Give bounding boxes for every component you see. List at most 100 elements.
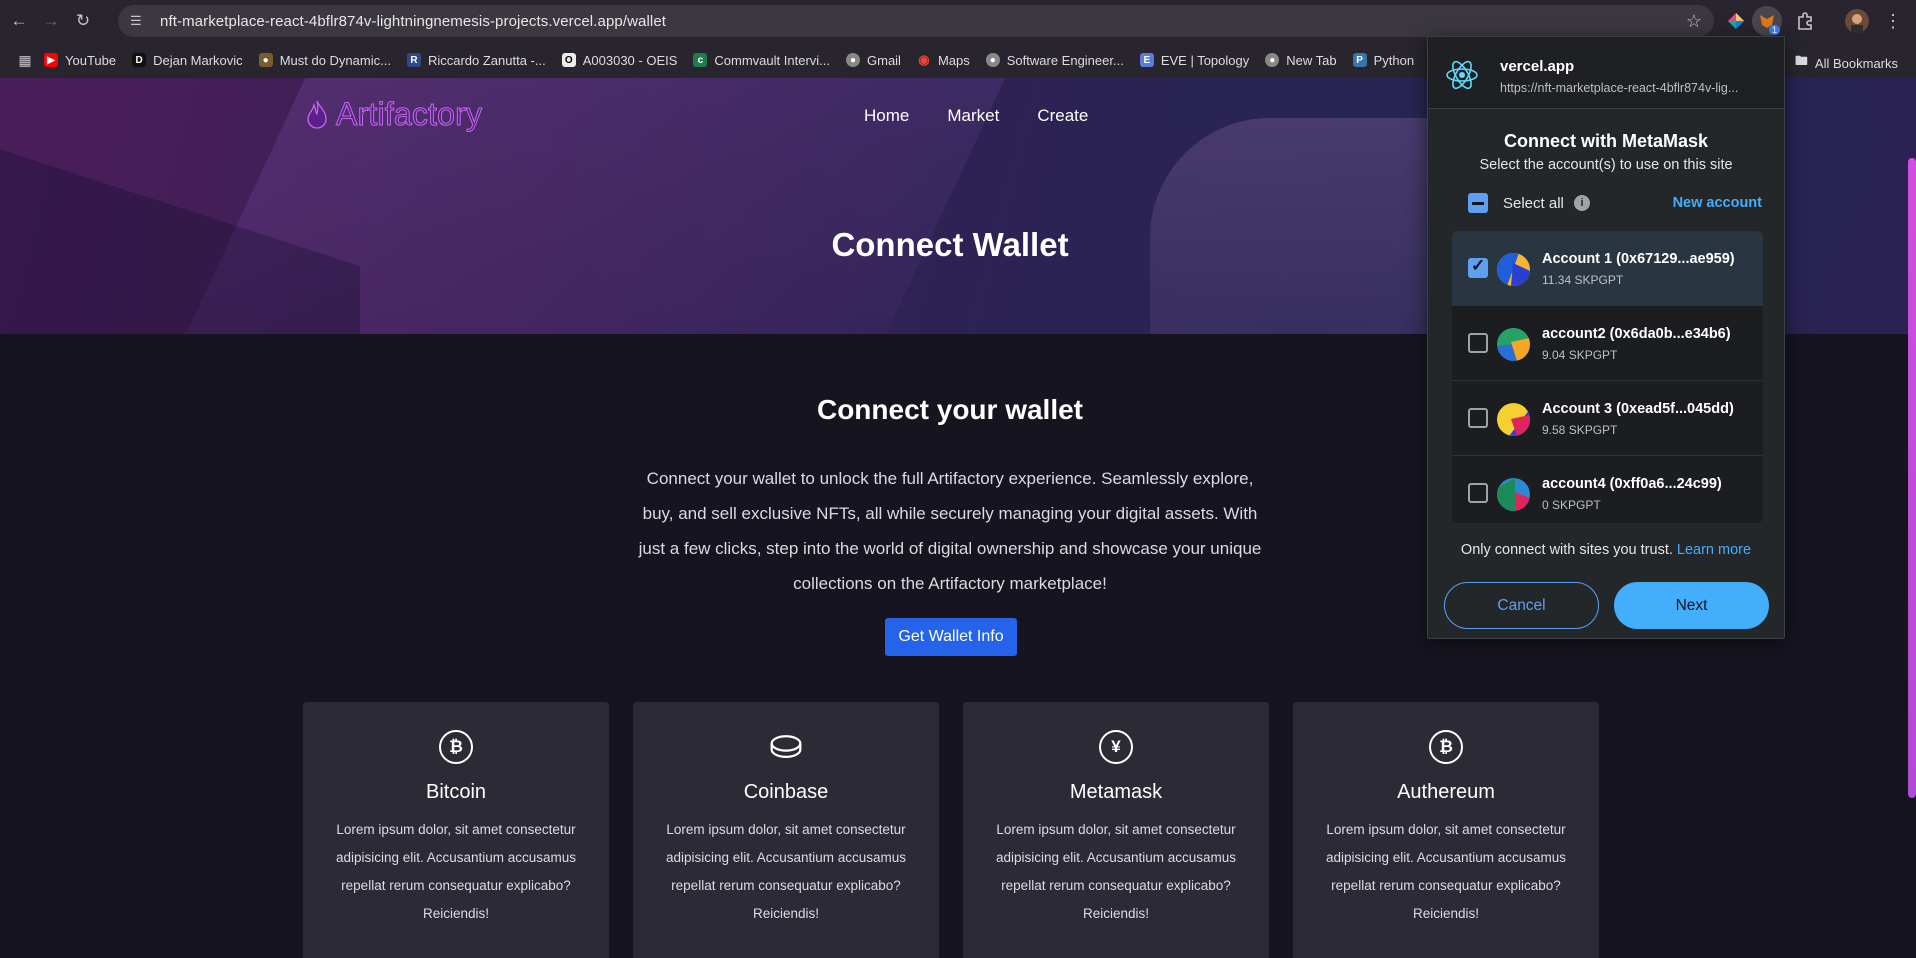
bookmark-python[interactable]: P Python — [1352, 53, 1414, 68]
commvault-icon: c — [693, 53, 708, 67]
bookmark-gmail[interactable]: ● Gmail — [846, 53, 901, 68]
card-title: Coinbase — [743, 781, 829, 803]
account-name: account2 (0x6da0b...e34b6) — [1542, 326, 1731, 342]
coin-icon — [769, 730, 803, 764]
new-account-link[interactable]: New account — [1673, 195, 1762, 211]
popup-subtitle: Select the account(s) to use on this sit… — [1479, 157, 1733, 173]
wallet-cards: ₿ Bitcoin Lorem ipsum dolor, sit amet co… — [303, 702, 1599, 958]
oeis-icon: O — [561, 53, 576, 67]
folder-icon: 🖿 — [1794, 53, 1808, 68]
account-balance: 9.04 SKPGPT — [1542, 348, 1618, 362]
trust-notice: Only connect with sites you trust. Learn… — [1428, 542, 1784, 558]
eve-icon: E — [1139, 53, 1154, 67]
reload-icon[interactable]: ↻ — [70, 8, 96, 34]
card-text: Lorem ipsum dolor, sit amet consectetur … — [335, 822, 577, 921]
select-all-row: Select all i New account — [1428, 183, 1784, 223]
account-name: account4 (0xff0a6...24c99) — [1542, 476, 1722, 492]
bitcoin-icon: ₿ — [1429, 730, 1463, 764]
account-avatar — [1497, 328, 1530, 361]
url-text[interactable]: nft-marketplace-react-4bflr874v-lightnin… — [160, 13, 666, 30]
color-extension-icon[interactable] — [1721, 6, 1751, 36]
metamask-extension-icon[interactable]: 1 — [1752, 6, 1782, 36]
wallet-card-metamask[interactable]: ¥ Metamask Lorem ipsum dolor, sit amet c… — [963, 702, 1269, 958]
account-row[interactable]: account2 (0x6da0b...e34b6) 9.04 SKPGPT — [1452, 306, 1763, 381]
bitcoin-icon: ₿ — [439, 730, 473, 764]
page-icon: ● — [258, 53, 273, 67]
address-bar[interactable]: ☰ nft-marketplace-react-4bflr874v-lightn… — [118, 5, 1714, 37]
info-icon[interactable]: i — [1574, 195, 1590, 211]
account-name: Account 3 (0xead5f...045dd) — [1542, 401, 1734, 417]
nav-home[interactable]: Home — [864, 106, 909, 126]
card-text: Lorem ipsum dolor, sit amet consectetur … — [995, 822, 1237, 921]
account-avatar — [1497, 403, 1530, 436]
bookmark-oeis[interactable]: O A003030 - OEIS — [561, 53, 677, 68]
account-checkbox[interactable] — [1468, 333, 1488, 353]
account-row[interactable]: Account 3 (0xead5f...045dd) 9.58 SKPGPT — [1452, 381, 1763, 456]
card-text: Lorem ipsum dolor, sit amet consectetur … — [665, 822, 907, 921]
site-url: https://nft-marketplace-react-4bflr874v-… — [1500, 81, 1739, 95]
bookmark-riccardo[interactable]: R Riccardo Zanutta -... — [406, 53, 546, 68]
trust-text: Only connect with sites you trust. — [1460, 542, 1673, 558]
metamask-popup: vercel.app https://nft-marketplace-react… — [1427, 36, 1785, 639]
youtube-icon: ▶ — [44, 53, 58, 67]
bookmark-eve[interactable]: E EVE | Topology — [1139, 53, 1249, 68]
account-name: Account 1 (0x67129...ae959) — [1542, 251, 1735, 267]
extensions-puzzle-icon[interactable] — [1790, 6, 1820, 36]
get-wallet-info-button[interactable]: Get Wallet Info — [885, 618, 1017, 656]
connection-site-header: vercel.app https://nft-marketplace-react… — [1428, 37, 1784, 109]
account-checkbox[interactable] — [1468, 483, 1488, 503]
all-bookmarks[interactable]: 🖿 All Bookmarks — [1795, 52, 1898, 74]
back-icon[interactable]: ← — [6, 8, 32, 34]
bookmark-youtube[interactable]: ▶ YouTube — [44, 53, 116, 68]
account-checkbox[interactable] — [1468, 408, 1488, 428]
wallet-card-authereum[interactable]: ₿ Authereum Lorem ipsum dolor, sit amet … — [1293, 702, 1599, 958]
account-row[interactable]: account4 (0xff0a6...24c99) 0 SKPGPT — [1452, 456, 1763, 523]
nav-create[interactable]: Create — [1037, 106, 1088, 126]
globe-icon: ● — [985, 53, 1000, 67]
account-row[interactable]: Account 1 (0x67129...ae959) 11.34 SKPGPT — [1452, 231, 1763, 306]
react-atom-icon — [1446, 60, 1478, 90]
popup-title: Connect with MetaMask — [1503, 131, 1709, 151]
learn-more-link[interactable]: Learn more — [1677, 542, 1751, 558]
account-balance: 11.34 SKPGPT — [1542, 273, 1624, 287]
profile-avatar[interactable] — [1842, 6, 1872, 36]
forward-icon[interactable]: → — [38, 8, 64, 34]
nav-market[interactable]: Market — [947, 106, 999, 126]
account-avatar — [1497, 253, 1530, 286]
yen-icon: ¥ — [1099, 730, 1133, 764]
next-button[interactable]: Next — [1614, 582, 1769, 629]
globe-icon: ● — [1265, 53, 1280, 67]
page-scrollbar[interactable] — [1908, 158, 1916, 798]
site-logo[interactable]: Artifactory — [306, 96, 483, 133]
bookmark-software[interactable]: ● Software Engineer... — [985, 53, 1124, 68]
card-title: Authereum — [1397, 781, 1495, 803]
bookmark-dynamic[interactable]: ● Must do Dynamic... — [258, 53, 391, 68]
logo-text: Artifactory — [335, 96, 483, 133]
card-text: Lorem ipsum dolor, sit amet consectetur … — [1325, 822, 1567, 921]
globe-icon: ● — [846, 53, 860, 67]
card-title: Bitcoin — [425, 781, 487, 803]
bookmark-maps[interactable]: ◉ Maps — [917, 52, 969, 68]
site-info-icon[interactable]: ☰ — [130, 13, 146, 29]
lead-paragraph: Connect your wallet to unlock the full A… — [638, 469, 1262, 593]
wallet-card-coinbase[interactable]: Coinbase Lorem ipsum dolor, sit amet con… — [633, 702, 939, 958]
card-title: Metamask — [1069, 781, 1163, 803]
account-checkbox[interactable] — [1468, 256, 1488, 278]
bookmark-dejan[interactable]: D Dejan Markovic — [132, 53, 243, 68]
python-icon: P — [1352, 53, 1367, 67]
account-balance: 0 SKPGPT — [1542, 498, 1601, 512]
bookmark-commvault[interactable]: c Commvault Intervi... — [693, 53, 830, 68]
browser-menu-icon[interactable]: ⋮ — [1878, 6, 1908, 36]
map-pin-icon: ◉ — [918, 52, 930, 67]
apps-grid-icon[interactable]: ▦ — [12, 47, 38, 73]
wallet-card-bitcoin[interactable]: ₿ Bitcoin Lorem ipsum dolor, sit amet co… — [303, 702, 609, 958]
cancel-button[interactable]: Cancel — [1444, 582, 1599, 629]
bookmark-newtab[interactable]: ● New Tab — [1265, 53, 1337, 68]
flame-icon — [307, 100, 327, 129]
site-name: vercel.app — [1500, 58, 1575, 75]
account-list: Account 1 (0x67129...ae959) 11.34 SKPGPT… — [1452, 231, 1763, 523]
bookmark-star-icon[interactable]: ☆ — [1686, 11, 1702, 32]
extension-badge: 1 — [1768, 25, 1780, 35]
select-all-checkbox[interactable] — [1468, 193, 1488, 213]
d-icon: D — [132, 53, 147, 67]
